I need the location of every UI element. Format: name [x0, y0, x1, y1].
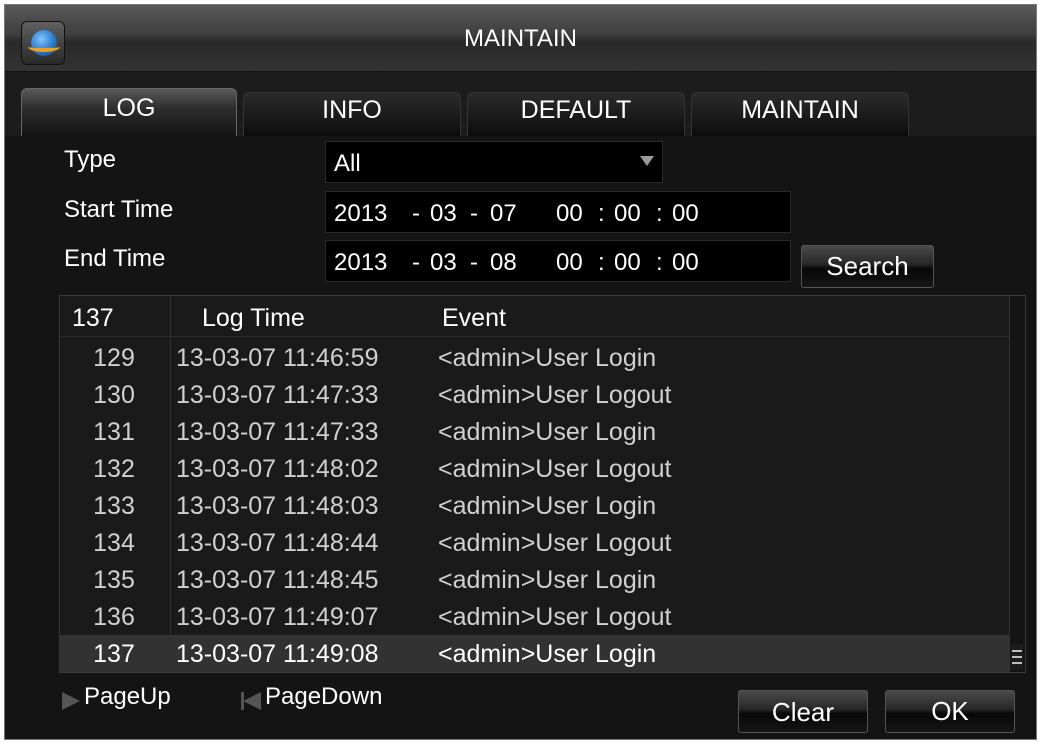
tab-log[interactable]: LOG [21, 88, 237, 136]
end-time-label: End Time [64, 245, 166, 272]
log-row[interactable]: 129 13-03-07 11:46:59 <admin>User Login [60, 339, 1010, 376]
type-select-value: All [334, 150, 361, 177]
tab-default[interactable]: DEFAULT [467, 92, 685, 136]
log-row-time: 13-03-07 11:48:45 [176, 566, 379, 594]
log-row-event: <admin>User Login [438, 418, 657, 446]
log-row-time: 13-03-07 11:48:03 [176, 492, 379, 520]
log-row-time: 13-03-07 11:47:33 [176, 381, 379, 409]
title-bar: MAINTAIN [5, 5, 1036, 72]
log-row-time: 13-03-07 11:48:44 [176, 529, 379, 557]
log-list-scrollbar[interactable] [1009, 296, 1025, 672]
log-row[interactable]: 131 13-03-07 11:47:33 <admin>User Login [60, 413, 1010, 450]
grip-line-icon [1012, 650, 1022, 652]
log-row[interactable]: 132 13-03-07 11:48:02 <admin>User Logout [60, 450, 1010, 487]
log-total-count: 137 [72, 304, 114, 332]
log-row-time: 13-03-07 11:47:33 [176, 418, 379, 446]
log-row-time: 13-03-07 11:49:08 [176, 640, 379, 668]
type-label: Type [64, 146, 117, 173]
start-time-sep-1: : [598, 200, 605, 227]
end-month[interactable]: 03 [430, 249, 457, 277]
end-hour[interactable]: 00 [556, 249, 583, 277]
log-row[interactable]: 133 13-03-07 11:48:03 <admin>User Login [60, 487, 1010, 524]
clear-button[interactable]: Clear [738, 690, 868, 733]
log-row-number: 130 [93, 381, 135, 409]
column-header-log-time: Log Time [202, 304, 305, 332]
end-date-sep-2: - [470, 249, 478, 276]
log-row-number: 129 [93, 344, 135, 372]
log-row-number: 133 [93, 492, 135, 520]
log-row[interactable]: 136 13-03-07 11:49:07 <admin>User Logout [60, 598, 1010, 635]
log-row-time: 13-03-07 11:46:59 [176, 344, 379, 372]
start-date-sep-1: - [412, 200, 420, 227]
log-row-event: <admin>User Logout [438, 603, 672, 631]
window-title: MAINTAIN [464, 25, 577, 52]
page-down-icon [241, 692, 261, 710]
end-time-sep-1: : [598, 249, 605, 276]
scroll-thumb[interactable] [1011, 644, 1023, 670]
search-button[interactable]: Search [801, 245, 934, 288]
start-month[interactable]: 03 [430, 200, 457, 228]
log-row-event: <admin>User Login [438, 640, 657, 668]
end-time-sep-2: : [656, 249, 663, 276]
log-row-time: 13-03-07 11:48:02 [176, 455, 379, 483]
tab-info[interactable]: INFO [243, 92, 461, 136]
end-date-sep-1: - [412, 249, 420, 276]
log-row-event: <admin>User Logout [438, 381, 672, 409]
maintain-window: MAINTAIN LOG INFO DEFAULT MAINTAIN Type … [4, 4, 1037, 740]
log-list: 137 Log Time Event 129 13-03-07 11:46:59… [59, 295, 1026, 673]
log-row-number: 131 [93, 418, 135, 446]
start-time-field[interactable]: 2013 - 03 - 07 00 : 00 : 00 [325, 191, 791, 233]
end-second[interactable]: 00 [672, 249, 699, 277]
end-time-field[interactable]: 2013 - 03 - 08 00 : 00 : 00 [325, 240, 791, 282]
start-day[interactable]: 07 [490, 200, 517, 228]
log-row-event: <admin>User Login [438, 344, 657, 372]
start-year[interactable]: 2013 [334, 200, 387, 228]
column-header-event: Event [442, 304, 506, 332]
log-row-event: <admin>User Login [438, 566, 657, 594]
page-up-icon [62, 692, 80, 710]
end-day[interactable]: 08 [490, 249, 517, 277]
start-hour[interactable]: 00 [556, 200, 583, 228]
log-row-number: 132 [93, 455, 135, 483]
log-row-event: <admin>User Logout [438, 529, 672, 557]
log-row[interactable]: 134 13-03-07 11:48:44 <admin>User Logout [60, 524, 1010, 561]
log-row[interactable]: 135 13-03-07 11:48:45 <admin>User Login [60, 561, 1010, 598]
log-list-header: 137 Log Time Event [60, 296, 1010, 337]
tab-bar: LOG INFO DEFAULT MAINTAIN [5, 72, 1036, 136]
log-row-number: 136 [93, 603, 135, 631]
log-row-number: 135 [93, 566, 135, 594]
log-row-time: 13-03-07 11:49:07 [176, 603, 379, 631]
page-up-label: PageUp [84, 683, 171, 710]
log-row-event: <admin>User Logout [438, 455, 672, 483]
tab-maintain[interactable]: MAINTAIN [691, 92, 909, 136]
log-row-number: 137 [93, 640, 135, 668]
grip-line-icon [1012, 656, 1022, 658]
log-row-event: <admin>User Login [438, 492, 657, 520]
page-down-button[interactable]: PageDown [241, 683, 383, 711]
log-row[interactable]: 130 13-03-07 11:47:33 <admin>User Logout [60, 376, 1010, 413]
start-time-sep-2: : [656, 200, 663, 227]
start-time-label: Start Time [64, 196, 174, 223]
ok-button[interactable]: OK [885, 690, 1015, 733]
end-minute[interactable]: 00 [614, 249, 641, 277]
end-year[interactable]: 2013 [334, 249, 387, 277]
start-date-sep-2: - [470, 200, 478, 227]
chevron-down-icon [640, 156, 654, 166]
page-up-button[interactable]: PageUp [62, 683, 171, 711]
log-row-selected[interactable]: 137 13-03-07 11:49:08 <admin>User Login [60, 635, 1010, 672]
start-second[interactable]: 00 [672, 200, 699, 228]
page-down-label: PageDown [265, 683, 383, 710]
type-select[interactable]: All [325, 141, 663, 183]
log-row-number: 134 [93, 529, 135, 557]
grip-line-icon [1012, 662, 1022, 664]
start-minute[interactable]: 00 [614, 200, 641, 228]
